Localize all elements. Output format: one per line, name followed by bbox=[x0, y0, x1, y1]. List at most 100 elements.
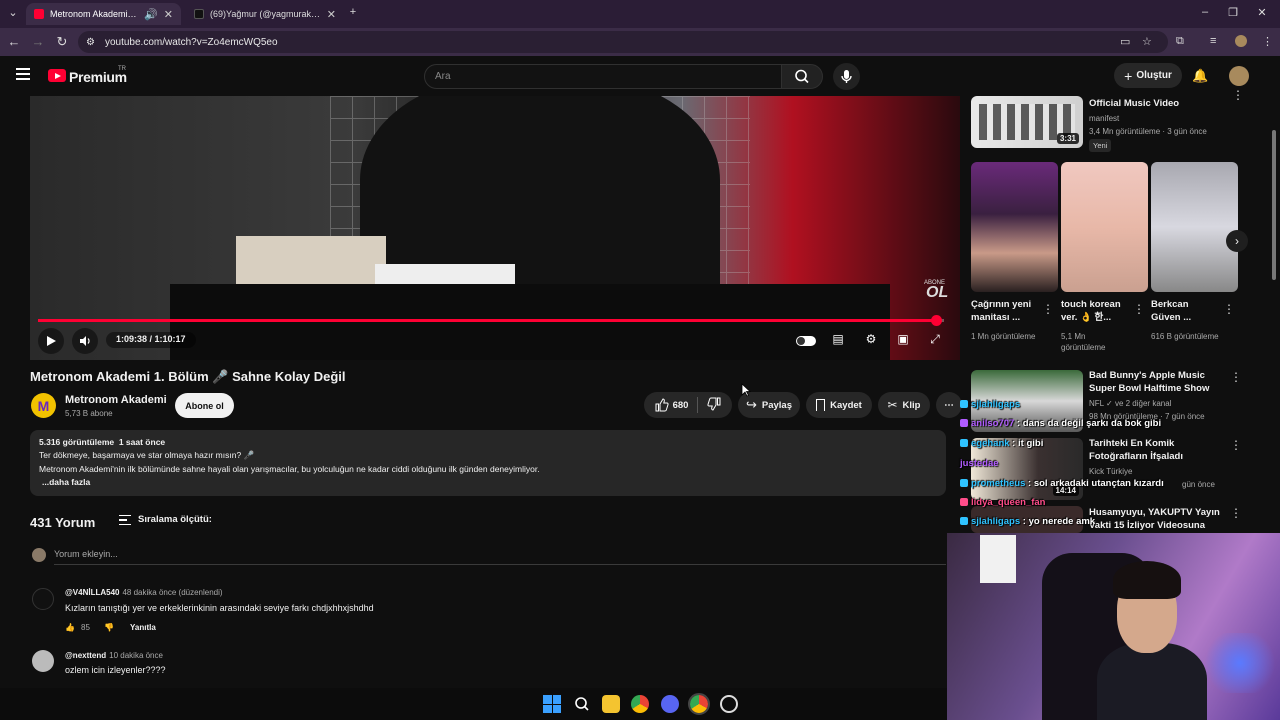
discord-icon[interactable] bbox=[661, 695, 679, 713]
comment-author-name[interactable]: @nexttend bbox=[65, 651, 106, 660]
autoplay-toggle[interactable] bbox=[796, 336, 816, 346]
shorts-next-button[interactable]: › bbox=[1226, 230, 1248, 252]
youtube-logo-icon[interactable] bbox=[48, 69, 66, 82]
more-vert-icon[interactable]: ⋮ bbox=[1133, 302, 1145, 316]
thumbs-down-icon: 👎 bbox=[104, 623, 114, 632]
url-field[interactable]: ⚙ youtube.com/watch?v=Zo4emcWQ5eo bbox=[78, 31, 1168, 53]
video-title[interactable]: Tarihteki En Komik Fotoğrafların İfşalad… bbox=[1089, 438, 1229, 463]
app-icon[interactable] bbox=[720, 695, 738, 713]
clip-button[interactable]: ✂ Klip bbox=[878, 392, 930, 418]
hamburger-menu-icon[interactable] bbox=[16, 68, 30, 80]
more-vert-icon[interactable]: ⋮ bbox=[1042, 302, 1054, 316]
tab-search-icon[interactable]: ⌄ bbox=[5, 6, 21, 19]
comment-dislike-button[interactable]: 👎 bbox=[104, 623, 114, 632]
short-thumbnail[interactable] bbox=[971, 162, 1058, 292]
forward-icon[interactable]: → bbox=[30, 34, 46, 49]
media-icon[interactable]: ≡ bbox=[1210, 35, 1216, 47]
play-button[interactable] bbox=[38, 328, 64, 354]
voice-search-button[interactable] bbox=[833, 63, 860, 90]
miniplayer-icon[interactable]: ▣ bbox=[894, 332, 912, 346]
video-title: Metronom Akademi 1. Bölüm 🎤 Sahne Kolay … bbox=[30, 369, 346, 384]
chrome-icon[interactable] bbox=[631, 695, 649, 713]
comment-author[interactable]: @V4NİLLA540 48 dakika önce (düzenlendi) bbox=[65, 588, 223, 597]
short-title[interactable]: Çağrının yeni manitası ... bbox=[971, 299, 1039, 324]
more-vert-icon[interactable]: ⋮ bbox=[1230, 506, 1242, 520]
show-more-link[interactable]: ...daha fazla bbox=[39, 476, 937, 489]
video-channel[interactable]: NFL ✓ ve 2 diğer kanal bbox=[1089, 398, 1171, 409]
comment-text: Kızların tanıştığı yer ve erkeklerinkini… bbox=[65, 603, 374, 613]
chat-message: lidya_queen_fan bbox=[960, 497, 1045, 508]
add-comment-input[interactable]: Yorum ekleyin... bbox=[54, 549, 118, 559]
browser-menu-icon[interactable]: ⋮ bbox=[1262, 35, 1273, 48]
channel-name[interactable]: Metronom Akademi bbox=[65, 394, 167, 406]
video-channel[interactable]: manifest bbox=[1089, 113, 1119, 124]
comment-author[interactable]: @nexttend 10 dakika önce bbox=[65, 651, 163, 660]
close-tab-icon[interactable]: ✕ bbox=[327, 8, 336, 21]
volume-button[interactable] bbox=[72, 328, 98, 354]
reload-icon[interactable]: ↻ bbox=[54, 34, 70, 50]
settings-gear-icon[interactable]: ⚙ bbox=[862, 332, 880, 346]
restore-icon[interactable]: ❐ bbox=[1225, 6, 1241, 19]
create-button[interactable]: + Oluştur bbox=[1114, 63, 1182, 88]
speaker-icon[interactable]: 🔊 bbox=[144, 8, 158, 21]
tab-tiktok[interactable]: (69)Yağmur (@yagmurakbuluur) ✕ bbox=[186, 3, 344, 25]
more-vert-icon[interactable]: ⋮ bbox=[1223, 302, 1235, 316]
comment-input-underline bbox=[54, 564, 946, 565]
file-explorer-icon[interactable] bbox=[602, 695, 620, 713]
video-title[interactable]: Official Music Video bbox=[1089, 98, 1179, 111]
dislike-button[interactable] bbox=[707, 397, 721, 414]
reply-button[interactable]: Yanıtla bbox=[130, 623, 156, 632]
taskbar-search-icon[interactable] bbox=[573, 695, 591, 713]
tab-youtube[interactable]: Metronom Akademi 1. Bölüm 🔊 ✕ bbox=[26, 3, 181, 25]
account-avatar[interactable] bbox=[1229, 66, 1249, 86]
comment-avatar[interactable] bbox=[32, 588, 54, 610]
short-thumbnail[interactable] bbox=[1061, 162, 1148, 292]
video-player[interactable]: ABONE OL 1:09:38 / 1:10:17 ▤ ⚙ ▣ ⤢ bbox=[30, 96, 960, 360]
back-icon[interactable]: ← bbox=[6, 34, 22, 49]
extensions-icon[interactable]: ⧉ bbox=[1176, 35, 1184, 48]
save-button[interactable]: Kaydet bbox=[806, 392, 872, 418]
new-badge: Yeni bbox=[1089, 139, 1112, 152]
progress-bar[interactable] bbox=[38, 315, 944, 326]
short-thumbnail[interactable] bbox=[1151, 162, 1238, 292]
notifications-bell-icon[interactable]: 🔔 bbox=[1192, 68, 1208, 84]
video-channel[interactable]: Kick Türkiye bbox=[1089, 466, 1132, 477]
video-thumbnail[interactable]: 3:31 bbox=[971, 96, 1083, 148]
minimize-icon[interactable]: – bbox=[1197, 6, 1213, 18]
sort-icon[interactable] bbox=[119, 515, 131, 525]
more-vert-icon[interactable]: ⋮ bbox=[1230, 438, 1242, 452]
volume-icon bbox=[80, 336, 90, 346]
cast-icon[interactable]: ▭ bbox=[1120, 35, 1130, 48]
site-info-icon[interactable]: ⚙ bbox=[86, 37, 95, 48]
like-button[interactable]: 680 bbox=[655, 398, 688, 412]
short-title[interactable]: Berkcan Güven ... bbox=[1151, 299, 1219, 324]
create-label: Oluştur bbox=[1136, 70, 1172, 81]
close-tab-icon[interactable]: ✕ bbox=[164, 8, 173, 21]
short-title[interactable]: touch korean ver. 👌 한... bbox=[1061, 299, 1129, 324]
comment-author-name[interactable]: @V4NİLLA540 bbox=[65, 588, 119, 597]
fullscreen-icon[interactable]: ⤢ bbox=[926, 332, 944, 347]
description-box[interactable]: 5.316 görüntüleme 1 saat önce Ter dökmey… bbox=[30, 430, 946, 496]
subscribe-button[interactable]: Abone ol bbox=[175, 393, 234, 418]
comment-like-button[interactable]: 👍 bbox=[65, 623, 75, 632]
chat-username: sjlahligaps bbox=[971, 399, 1021, 410]
more-actions-button[interactable]: ⋯ bbox=[936, 392, 962, 418]
video-title[interactable]: Bad Bunny's Apple Music Super Bowl Halft… bbox=[1089, 370, 1229, 395]
profile-avatar[interactable] bbox=[1235, 35, 1247, 47]
chrome-active-icon[interactable] bbox=[688, 693, 710, 715]
channel-avatar[interactable]: M bbox=[31, 393, 56, 418]
chat-username: sjlahligaps bbox=[971, 516, 1021, 527]
more-vert-icon[interactable]: ⋮ bbox=[1230, 370, 1242, 384]
more-vert-icon[interactable]: ⋮ bbox=[1232, 88, 1244, 102]
close-window-icon[interactable]: ✕ bbox=[1254, 6, 1270, 19]
sidebar-scrollbar[interactable] bbox=[1272, 130, 1276, 280]
search-input[interactable]: Ara bbox=[424, 64, 782, 89]
new-tab-icon[interactable]: + bbox=[345, 6, 361, 18]
comment-avatar[interactable] bbox=[32, 650, 54, 672]
bookmark-star-icon[interactable]: ☆ bbox=[1142, 35, 1152, 48]
progress-scrubber[interactable] bbox=[930, 315, 942, 326]
windows-start-icon[interactable] bbox=[543, 695, 561, 713]
search-button[interactable] bbox=[781, 64, 823, 89]
sort-button[interactable]: Sıralama ölçütü: bbox=[138, 514, 212, 525]
subtitles-icon[interactable]: ▤ bbox=[829, 332, 847, 346]
